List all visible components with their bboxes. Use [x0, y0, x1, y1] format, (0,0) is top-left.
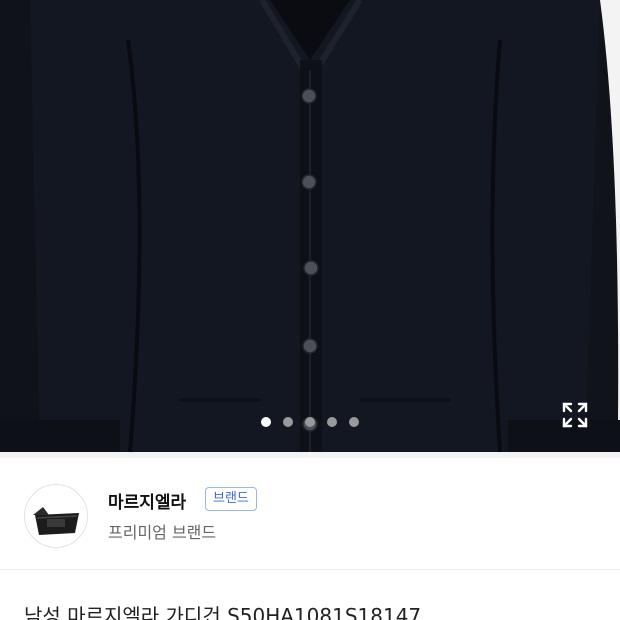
- carousel-dot[interactable]: [349, 417, 359, 427]
- expand-icon[interactable]: [560, 400, 590, 430]
- seller-name[interactable]: 마르지엘라: [108, 488, 186, 513]
- carousel-dot[interactable]: [261, 417, 271, 427]
- seller-logo: [25, 485, 87, 547]
- carousel-dot[interactable]: [283, 417, 293, 427]
- seller-section[interactable]: 마르지엘라 브랜드 프리미엄 브랜드: [0, 458, 620, 570]
- product-image-carousel[interactable]: [0, 0, 620, 458]
- carousel-indicator[interactable]: [0, 416, 620, 428]
- seller-subtitle: 프리미엄 브랜드: [108, 523, 217, 542]
- product-cardigan-image: [0, 0, 620, 458]
- product-title: 남성 마르지엘라 가디건 S50HA1081S18147: [24, 604, 422, 620]
- seller-avatar[interactable]: [24, 484, 88, 548]
- carousel-dot[interactable]: [327, 417, 337, 427]
- carousel-dot[interactable]: [305, 417, 315, 427]
- brand-badge: 브랜드: [205, 487, 257, 511]
